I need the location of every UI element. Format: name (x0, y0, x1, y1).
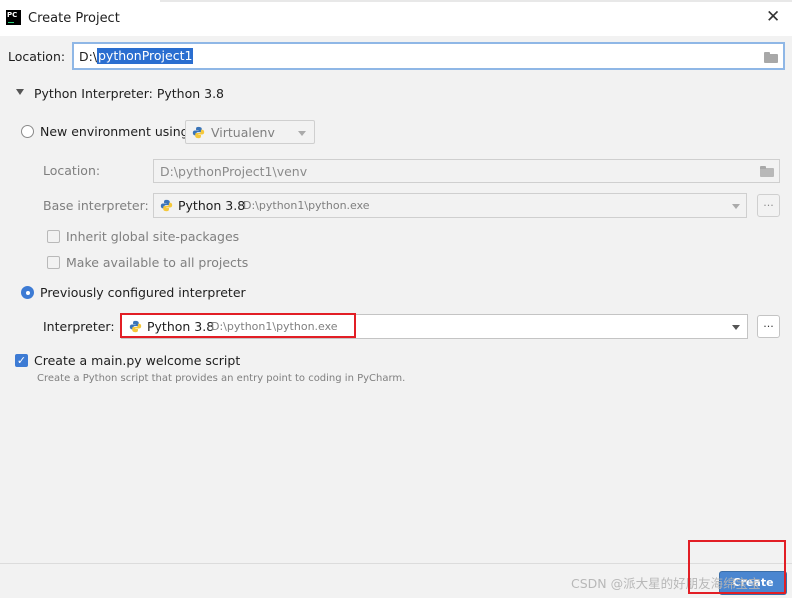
base-interpreter-version: Python 3.8 (178, 198, 246, 213)
folder-icon[interactable] (764, 52, 778, 63)
venv-location-label: Location: (43, 163, 101, 178)
title-bar-strip (160, 0, 792, 2)
virtualenv-value: Virtualenv (211, 125, 275, 140)
location-selected-text: pythonProject1 (97, 48, 194, 64)
close-icon[interactable]: ✕ (766, 7, 780, 27)
footer-divider (0, 563, 792, 564)
location-label: Location: (8, 49, 66, 64)
venv-location-value: D:\pythonProject1\venv (160, 164, 308, 179)
chevron-down-icon (298, 131, 306, 136)
interpreter-label: Interpreter: (43, 319, 115, 334)
location-input[interactable]: D:\ pythonProject1 (72, 42, 785, 70)
expand-triangle-icon[interactable] (16, 89, 24, 95)
base-interpreter-dropdown[interactable]: Python 3.8 D:\python1\python.exe (153, 193, 747, 218)
venv-location-input[interactable]: D:\pythonProject1\venv (153, 159, 780, 183)
new-environment-radio[interactable] (21, 125, 34, 138)
pycharm-logo-icon: PC (6, 10, 21, 25)
welcome-script-description: Create a Python script that provides an … (37, 373, 406, 384)
virtualenv-icon (192, 126, 205, 139)
window-title: Create Project (28, 11, 120, 26)
interpreter-section-title[interactable]: Python Interpreter: Python 3.8 (34, 86, 224, 101)
virtualenv-dropdown[interactable]: Virtualenv (185, 120, 315, 144)
base-interpreter-path: D:\python1\python.exe (243, 199, 370, 212)
chevron-down-icon (732, 204, 740, 209)
inherit-packages-checkbox[interactable] (47, 230, 60, 243)
base-interpreter-label: Base interpreter: (43, 198, 149, 213)
previously-configured-label[interactable]: Previously configured interpreter (40, 285, 246, 300)
make-available-label[interactable]: Make available to all projects (66, 255, 248, 270)
chevron-down-icon (732, 325, 740, 330)
base-interpreter-browse-button[interactable]: ... (757, 194, 780, 217)
create-highlight-box (688, 540, 786, 594)
location-prefix: D:\ (79, 49, 98, 64)
interpreter-highlight-box (120, 313, 356, 338)
welcome-script-label[interactable]: Create a main.py welcome script (34, 353, 240, 368)
python-icon (160, 199, 173, 212)
interpreter-browse-button[interactable]: ... (757, 315, 780, 338)
previously-configured-radio[interactable] (21, 286, 34, 299)
inherit-packages-label[interactable]: Inherit global site-packages (66, 229, 239, 244)
folder-icon[interactable] (760, 166, 774, 177)
new-environment-label[interactable]: New environment using (40, 124, 189, 139)
welcome-script-checkbox[interactable]: ✓ (15, 354, 28, 367)
make-available-checkbox[interactable] (47, 256, 60, 269)
